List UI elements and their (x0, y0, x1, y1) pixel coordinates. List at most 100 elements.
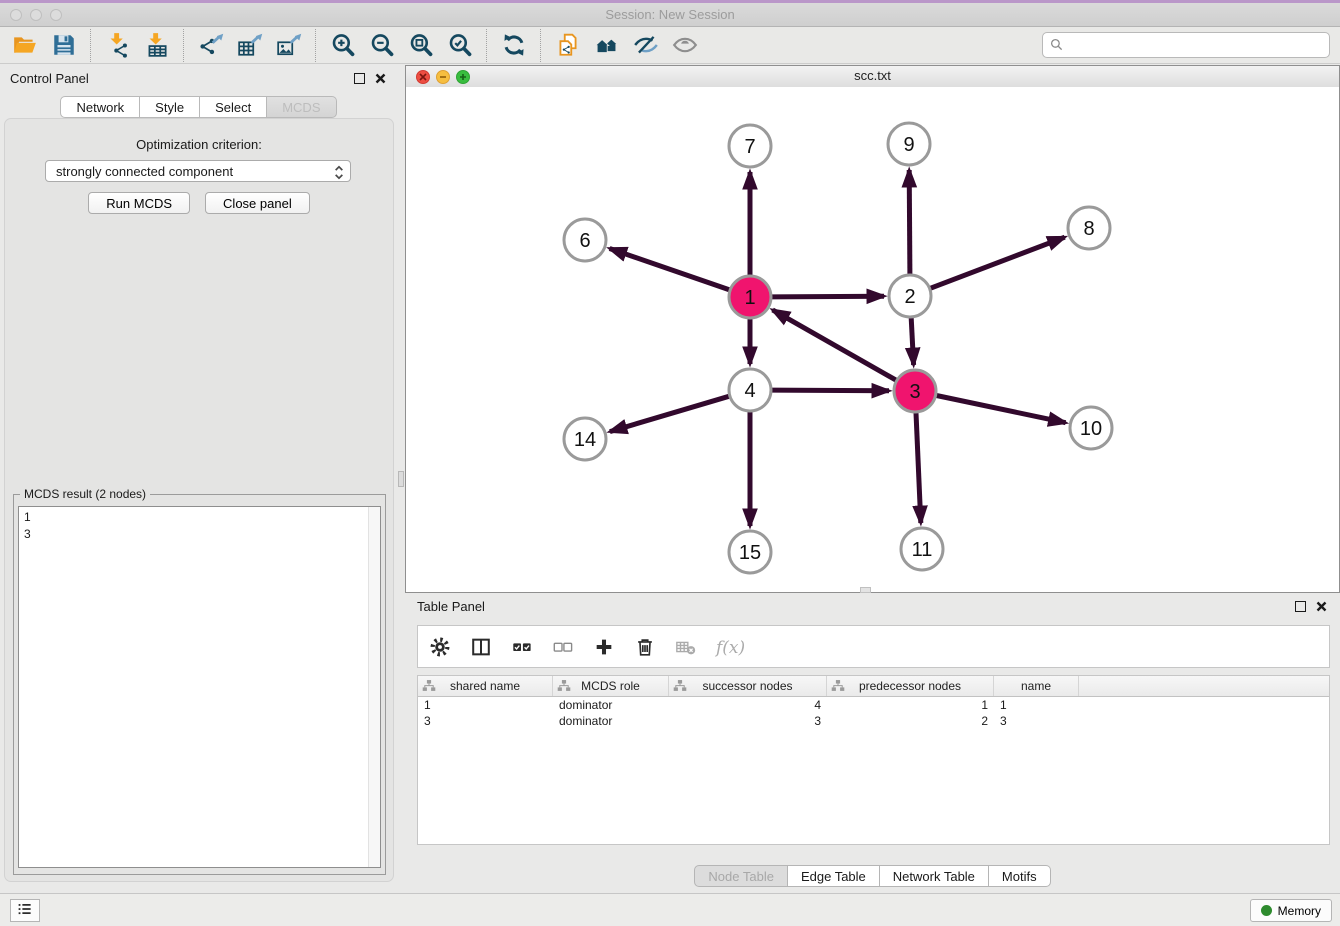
table-cell-shared-name[interactable]: 1 (418, 697, 553, 713)
optimization-select[interactable]: strongly connected component (45, 160, 351, 182)
result-scrollbar[interactable] (368, 507, 380, 867)
graph-edge-1-6[interactable] (610, 249, 730, 290)
network-canvas[interactable]: 1 2 3 4 6 7 8 9 10 11 14 15 (406, 87, 1339, 592)
hide-selected-button[interactable] (629, 29, 662, 62)
zoom-out-button[interactable] (365, 29, 398, 62)
table-row[interactable]: 3dominator323 (418, 713, 1329, 729)
apply-layout-button[interactable] (497, 29, 530, 62)
table-cell-predecessor-nodes[interactable]: 2 (827, 713, 994, 729)
graph-node-8[interactable]: 8 (1068, 207, 1110, 249)
table-cell-name[interactable]: 3 (994, 713, 1079, 729)
zoom-in-button[interactable] (326, 29, 359, 62)
table-cell-name[interactable]: 1 (994, 697, 1079, 713)
create-column-button[interactable] (591, 634, 617, 660)
graph-edge-2-8[interactable] (931, 237, 1065, 288)
select-all-columns-icon (511, 636, 533, 658)
open-session-button[interactable] (8, 29, 41, 62)
zoom-selected-button[interactable] (443, 29, 476, 62)
graph-edge-3-11[interactable] (916, 413, 921, 523)
graph-node-4[interactable]: 4 (729, 369, 771, 411)
column-settings-button[interactable] (427, 634, 453, 660)
table-cell-successor-nodes[interactable]: 3 (669, 713, 827, 729)
toolbar-groups (8, 29, 701, 62)
select-all-columns-button[interactable] (509, 634, 535, 660)
tab-network-table[interactable]: Network Table (880, 865, 989, 887)
memory-label: Memory (1278, 904, 1321, 918)
graph-edge-3-1[interactable] (773, 310, 896, 380)
column-header-predecessor-nodes[interactable]: predecessor nodes (827, 676, 994, 696)
graph-node-1[interactable]: 1 (729, 276, 771, 318)
column-tree-icon (422, 679, 436, 693)
mcds-result-text[interactable]: 1 3 (18, 506, 381, 868)
close-panel-button[interactable]: Close panel (205, 192, 310, 214)
graph-node-3[interactable]: 3 (894, 370, 936, 412)
delete-table-button (673, 634, 699, 660)
export-network-button[interactable] (194, 29, 227, 62)
save-session-button[interactable] (47, 29, 80, 62)
delete-columns-button[interactable] (632, 634, 658, 660)
column-label: successor nodes (702, 679, 792, 693)
close-icon[interactable] (416, 70, 430, 84)
minimize-icon[interactable] (436, 70, 450, 84)
graph-node-14[interactable]: 14 (564, 418, 606, 460)
tab-style[interactable]: Style (140, 96, 200, 118)
graph-node-11[interactable]: 11 (901, 528, 943, 570)
create-column-icon (593, 636, 615, 658)
show-all-button[interactable] (668, 29, 701, 62)
search-input[interactable] (1042, 32, 1330, 58)
network-window-titlebar[interactable]: scc.txt (406, 66, 1339, 88)
unselect-all-columns-button[interactable] (550, 634, 576, 660)
graph-edge-4-3[interactable] (772, 390, 889, 391)
task-history-button[interactable] (10, 899, 40, 922)
graph-node-7[interactable]: 7 (729, 125, 771, 167)
tab-node-table[interactable]: Node Table (694, 865, 788, 887)
first-neighbors-button[interactable] (590, 29, 623, 62)
table-cell-shared-name[interactable]: 3 (418, 713, 553, 729)
graph-node-9[interactable]: 9 (888, 123, 930, 165)
graph-node-15[interactable]: 15 (729, 531, 771, 573)
graph-edge-3-10[interactable] (937, 396, 1066, 423)
table-cell-mcds-role[interactable]: dominator (553, 697, 669, 713)
tab-select[interactable]: Select (200, 96, 267, 118)
run-mcds-button[interactable]: Run MCDS (88, 192, 190, 214)
column-label: predecessor nodes (859, 679, 961, 693)
close-icon[interactable] (1316, 601, 1327, 612)
export-table-button[interactable] (233, 29, 266, 62)
memory-button[interactable]: Memory (1250, 899, 1332, 922)
table-row[interactable]: 1dominator411 (418, 697, 1329, 713)
graph-edge-1-2[interactable] (772, 296, 884, 297)
table-cell-successor-nodes[interactable]: 4 (669, 697, 827, 713)
column-header-successor-nodes[interactable]: successor nodes (669, 676, 827, 696)
network-view-window: scc.txt 1 2 3 4 6 7 8 9 10 11 14 15 (405, 65, 1340, 593)
column-header-name[interactable]: name (994, 676, 1079, 696)
import-table-button[interactable] (140, 29, 173, 62)
horizontal-splitter-handle[interactable] (860, 587, 871, 593)
column-header-shared-name[interactable]: shared name (418, 676, 553, 696)
column-header-mcds-role[interactable]: MCDS role (553, 676, 669, 696)
close-icon[interactable] (375, 73, 386, 84)
graph-node-10[interactable]: 10 (1070, 407, 1112, 449)
graph-node-6[interactable]: 6 (564, 219, 606, 261)
float-icon[interactable] (1295, 601, 1306, 612)
toggle-columns-button[interactable] (468, 634, 494, 660)
table-tabs: Node TableEdge TableNetwork TableMotifs (405, 865, 1340, 887)
tab-edge-table[interactable]: Edge Table (788, 865, 880, 887)
table-cell-predecessor-nodes[interactable]: 1 (827, 697, 994, 713)
tab-motifs[interactable]: Motifs (989, 865, 1051, 887)
import-network-button[interactable] (101, 29, 134, 62)
graph-edge-4-14[interactable] (610, 396, 729, 431)
fit-content-button[interactable] (404, 29, 437, 62)
graph-edge-2-3[interactable] (911, 318, 913, 365)
vertical-splitter-handle[interactable] (398, 471, 404, 487)
toolbar-group (194, 29, 305, 62)
tab-mcds[interactable]: MCDS (267, 96, 336, 118)
zoom-icon[interactable] (456, 70, 470, 84)
graph-edge-2-9[interactable] (909, 170, 910, 274)
export-network-icon (198, 32, 224, 58)
table-cell-mcds-role[interactable]: dominator (553, 713, 669, 729)
graph-node-2[interactable]: 2 (889, 275, 931, 317)
tab-network[interactable]: Network (60, 96, 140, 118)
float-icon[interactable] (354, 73, 365, 84)
duplicate-network-button[interactable] (551, 29, 584, 62)
export-image-button[interactable] (272, 29, 305, 62)
